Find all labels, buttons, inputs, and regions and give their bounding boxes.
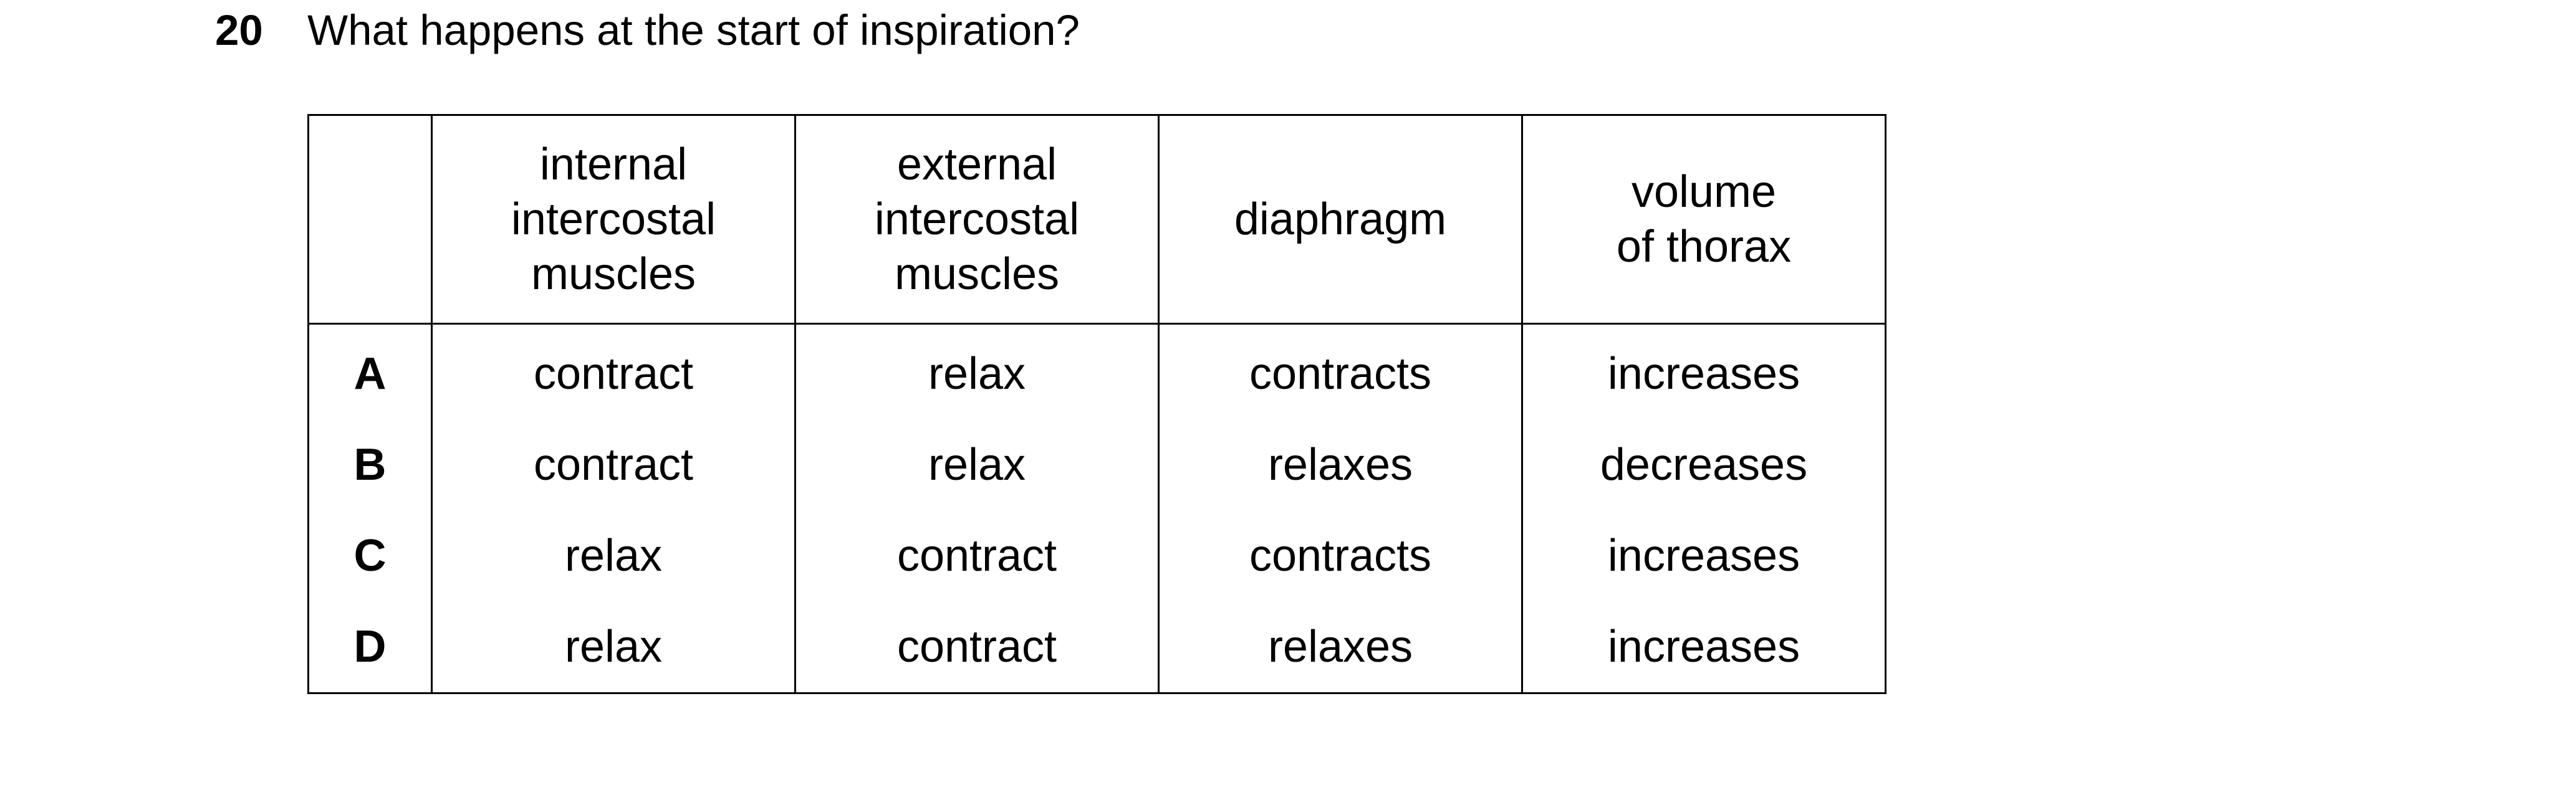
header-line: muscles: [531, 249, 696, 299]
table-cell: contracts: [1158, 323, 1523, 419]
table-cell: relax: [431, 510, 796, 601]
option-row-a: A contract relax contracts increases: [307, 323, 1886, 419]
table-cell: relax: [794, 323, 1160, 419]
header-line: diaphragm: [1234, 194, 1447, 244]
option-letter: D: [307, 601, 433, 694]
option-row-c: C relax contract contracts increases: [307, 510, 1886, 601]
header-diaphragm: diaphragm: [1158, 114, 1523, 325]
table-cell: increases: [1521, 510, 1886, 601]
header-line: external: [896, 140, 1057, 189]
table-cell: relax: [431, 601, 796, 694]
question-text: What happens at the start of inspiration…: [307, 6, 1080, 54]
table-cell: contract: [431, 419, 796, 510]
table-cell: contracts: [1158, 510, 1523, 601]
answer-options-table: internal intercostal muscles external in…: [307, 114, 1886, 694]
option-row-b: B contract relax relaxes decreases: [307, 419, 1886, 510]
question-header: 20 What happens at the start of inspirat…: [215, 5, 1080, 55]
header-line: muscles: [894, 249, 1060, 299]
option-row-d: D relax contract relaxes increases: [307, 601, 1886, 694]
table-cell: relaxes: [1158, 419, 1523, 510]
header-volume-of-thorax: volume of thorax: [1521, 114, 1886, 325]
header-internal-intercostal-muscles: internal intercostal muscles: [431, 114, 796, 325]
table-cell: increases: [1521, 323, 1886, 419]
header-line: intercostal: [511, 194, 716, 244]
option-letter: B: [307, 419, 433, 510]
header-line: intercostal: [874, 194, 1080, 244]
table-cell: relaxes: [1158, 601, 1523, 694]
header-line: of thorax: [1616, 222, 1792, 272]
option-letter: C: [307, 510, 433, 601]
header-line: volume: [1631, 167, 1777, 217]
header-external-intercostal-muscles: external intercostal muscles: [794, 114, 1160, 325]
table-cell: contract: [794, 601, 1160, 694]
question-number: 20: [215, 6, 263, 54]
table-cell: contract: [431, 323, 796, 419]
table-cell: increases: [1521, 601, 1886, 694]
option-letter: A: [307, 323, 433, 419]
table-cell: decreases: [1521, 419, 1886, 510]
header-cell-empty: [307, 114, 433, 325]
table-header-row: internal intercostal muscles external in…: [307, 114, 1886, 325]
table-cell: relax: [794, 419, 1160, 510]
table-cell: contract: [794, 510, 1160, 601]
header-line: internal: [539, 140, 688, 189]
